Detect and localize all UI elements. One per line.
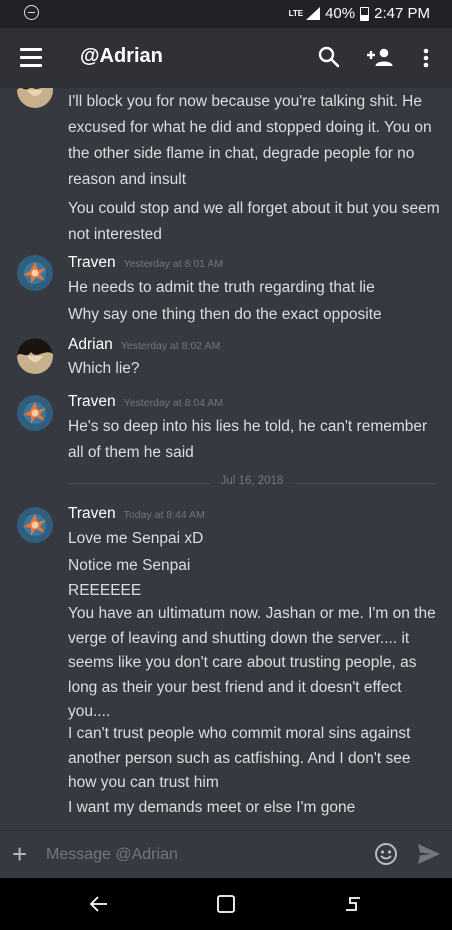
clock: 2:47 PM [374,5,430,22]
username[interactable]: Traven [68,254,116,272]
network-type: LTE [288,8,304,18]
status-bar: LTE 40% 2:47 PM [0,0,452,28]
message-body: Love me Senpai xD [68,530,204,547]
plus-icon[interactable]: + [12,841,27,867]
send-icon[interactable] [417,843,441,870]
message-body: You have an ultimatum now. Jashan or me.… [68,605,436,720]
timestamp: Today at 8:44 AM [123,509,205,521]
home-icon[interactable] [216,894,236,919]
avatar[interactable] [17,338,53,374]
username[interactable]: Traven [68,393,116,411]
message-body: Notice me Senpai [68,557,191,574]
message-header: Traven Yesterday at 8:01 AM [68,254,223,272]
battery-percent: 40% [325,5,356,22]
avatar[interactable] [17,395,53,431]
message-body: He needs to admit the truth regarding th… [68,279,375,296]
message-header: Traven Today at 8:44 AM [68,505,205,523]
more-vert-icon[interactable] [423,48,429,73]
avatar[interactable] [17,255,53,291]
message-body: You could stop and we all forget about i… [68,200,440,243]
system-nav-bar [0,878,452,930]
message-header: Traven Yesterday at 8:04 AM [68,393,223,411]
message-input[interactable] [44,843,358,867]
back-icon[interactable] [89,894,109,919]
add-friend-icon[interactable] [367,47,395,72]
timestamp: Yesterday at 8:01 AM [123,258,224,270]
message-body: I want my demands meet or else I'm gone [68,799,356,816]
battery-icon [360,6,370,21]
date-divider-label: Jul 16, 2018 [210,475,294,487]
date-divider: Jul 16, 2018 [68,475,436,487]
timestamp: Yesterday at 8:04 AM [123,397,224,409]
username[interactable]: Adrian [68,336,113,354]
message-body: Why say one thing then do the exact oppo… [68,306,382,323]
timestamp: Yesterday at 8:02 AM [120,340,221,352]
app-bar: @Adrian [0,28,452,88]
message-body: I can't trust people who commit moral si… [68,725,411,791]
recents-icon[interactable] [343,894,363,919]
menu-icon[interactable] [20,48,42,67]
emoji-icon[interactable] [374,842,398,871]
signal-icon [306,7,321,20]
avatar[interactable] [17,88,53,108]
search-icon[interactable] [318,46,340,73]
channel-title: @Adrian [80,45,163,67]
avatar[interactable] [17,507,53,543]
message-body: Which lie? [68,360,140,377]
message-header: Adrian Yesterday at 8:02 AM [68,336,220,354]
message-body: He's so deep into his lies he told, he c… [68,418,428,461]
username[interactable]: Traven [68,505,116,523]
dnd-icon [24,5,39,20]
message-list[interactable]: I'll block you for now because you're ta… [0,88,452,830]
message-composer: + [0,830,452,879]
message-body: REEEEEE [68,582,142,599]
message-body: I'll block you for now because you're ta… [68,93,432,188]
